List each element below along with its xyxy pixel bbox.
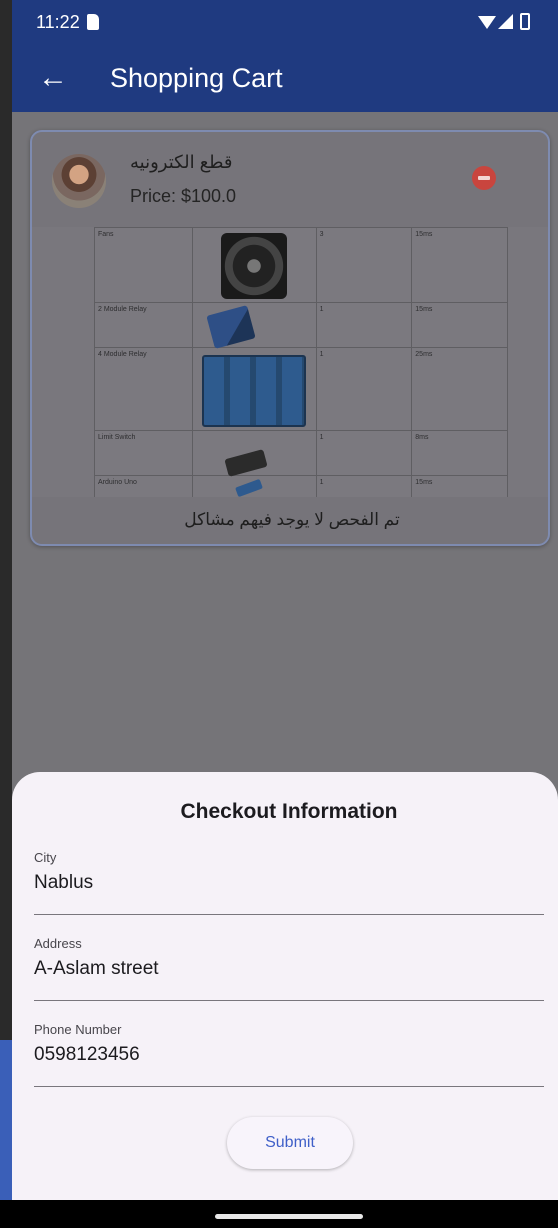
arduino-image <box>234 478 263 497</box>
table-row: 2 Module Relay 1 15ms <box>94 302 508 349</box>
avatar <box>52 154 106 208</box>
part-name: Limit Switch <box>94 430 193 476</box>
part-qty: 3 <box>315 227 413 303</box>
arrow-left-icon[interactable]: ← <box>38 60 68 96</box>
window-edge-accent <box>0 1040 12 1200</box>
field-underline <box>34 1086 544 1087</box>
city-field[interactable]: City Nablus <box>34 850 544 922</box>
item-description: تم الفحص لا يوجد فيهم مشاكل <box>184 510 400 529</box>
status-time: 11:22 <box>36 12 80 32</box>
window-edge <box>0 0 12 1228</box>
part-image <box>191 430 317 477</box>
item-photo: Fans 3 15ms 2 Module Relay 1 15ms 4 Modu… <box>32 227 548 497</box>
minus-circle-icon[interactable] <box>472 166 496 190</box>
battery-icon <box>520 13 530 30</box>
address-label: Address <box>34 936 82 951</box>
part-qty: 1 <box>315 430 413 476</box>
part-qty: 1 <box>315 302 413 348</box>
item-name: قطع الكترونيه <box>130 152 233 172</box>
part-name: Arduino Uno <box>94 475 193 497</box>
screen: 11:22 ← Shopping Cart قطع الكترونيه Pric… <box>0 0 558 1228</box>
part-name: 2 Module Relay <box>94 302 193 348</box>
part-name: 4 Module Relay <box>94 347 193 431</box>
navigation-bar <box>0 1200 558 1228</box>
status-bar: 11:22 <box>12 0 558 46</box>
table-row: 4 Module Relay 1 25ms <box>94 347 508 431</box>
item-price: Price: $100.0 <box>130 186 237 206</box>
relay-image <box>206 305 256 349</box>
phone-value[interactable]: 0598123456 <box>34 1044 140 1066</box>
part-time: 15ms <box>411 302 508 348</box>
field-underline <box>34 914 544 915</box>
relay-image <box>202 355 307 427</box>
phone-field[interactable]: Phone Number 0598123456 <box>34 1022 544 1094</box>
home-indicator[interactable] <box>215 1214 363 1219</box>
part-time: 25ms <box>411 347 508 431</box>
table-row: Fans 3 15ms <box>94 227 508 303</box>
app-bar: ← Shopping Cart <box>12 46 558 112</box>
submit-button[interactable]: Submit <box>227 1117 353 1169</box>
cart-item-card[interactable]: قطع الكترونيه Price: $100.0 Fans 3 15ms … <box>30 130 550 546</box>
sd-card-icon <box>87 14 99 30</box>
part-image <box>191 302 317 349</box>
part-qty: 1 <box>315 347 413 431</box>
part-time: 8ms <box>411 430 508 476</box>
part-image <box>191 227 317 303</box>
city-value[interactable]: Nablus <box>34 872 93 894</box>
part-name: Fans <box>94 227 193 303</box>
checkout-sheet: Checkout Information City Nablus Address… <box>12 772 558 1200</box>
address-field[interactable]: Address A-Aslam street <box>34 936 544 1008</box>
sheet-title: Checkout Information <box>180 800 398 823</box>
address-value[interactable]: A-Aslam street <box>34 958 159 980</box>
page-title: Shopping Cart <box>110 63 283 93</box>
parts-table: Fans 3 15ms 2 Module Relay 1 15ms 4 Modu… <box>94 227 508 497</box>
phone-label: Phone Number <box>34 1022 122 1037</box>
part-time: 15ms <box>411 227 508 303</box>
part-image <box>191 475 317 497</box>
table-row: Arduino Uno 1 15ms <box>94 475 508 497</box>
part-image <box>191 347 317 431</box>
table-row: Limit Switch 1 8ms <box>94 430 508 477</box>
city-label: City <box>34 850 57 865</box>
part-qty: 1 <box>315 475 413 497</box>
field-underline <box>34 1000 544 1001</box>
wifi-icon <box>478 16 496 29</box>
signal-icon <box>498 14 513 29</box>
fan-image <box>221 233 288 299</box>
switch-image <box>224 449 268 477</box>
part-time: 15ms <box>411 475 508 497</box>
